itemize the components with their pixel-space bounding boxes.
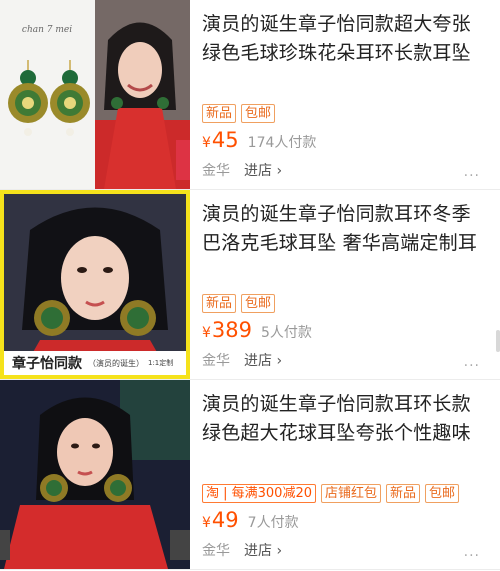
tag-new: 新品 [202, 294, 237, 313]
product-title[interactable]: 演员的诞生章子怡同款耳环冬季巴洛克毛球耳坠 奢华高端定制耳 [202, 200, 488, 258]
product-info: 演员的诞生章子怡同款耳环长款绿色超大花球耳坠夸张个性趣味 淘 | 每满300减2… [198, 380, 500, 569]
price: 389 [211, 318, 253, 342]
product-image[interactable]: 章子怡同款 （演员的诞生） 1:1定制 [0, 190, 190, 379]
tag-shop-coupon: 店铺红包 [321, 484, 382, 503]
shop-row: 金华 进店 › [202, 540, 282, 560]
shop-row: 金华 进店 › [202, 350, 282, 370]
product-tags: 淘 | 每满300减20 店铺红包 新品 包邮 [202, 484, 460, 503]
tag-free-shipping: 包邮 [425, 484, 460, 503]
currency-symbol: ¥ [202, 135, 211, 151]
product-item[interactable]: 章子怡同款 （演员的诞生） 1:1定制 演员的诞生章子怡同款耳环冬季巴洛克毛球耳… [0, 190, 500, 380]
currency-symbol: ¥ [202, 515, 211, 531]
sales-count: 7人付款 [247, 515, 299, 531]
price-row: ¥ 49 7人付款 [202, 508, 299, 532]
product-item[interactable]: 演员的诞生章子怡同款耳环长款绿色超大花球耳坠夸张个性趣味 淘 | 每满300减2… [0, 380, 500, 570]
caption-main: 章子怡同款 [12, 356, 82, 372]
more-options-icon[interactable]: ··· [464, 358, 480, 374]
product-photo [0, 380, 190, 569]
tag-free-shipping: 包邮 [241, 104, 276, 123]
sales-count: 174人付款 [247, 135, 317, 151]
currency-symbol: ¥ [202, 325, 211, 341]
enter-shop-link[interactable]: 进店 › [244, 540, 282, 560]
enter-shop-link[interactable]: 进店 › [244, 350, 282, 370]
price-row: ¥ 45 174人付款 [202, 128, 316, 152]
enter-shop-link[interactable]: 进店 › [244, 160, 282, 180]
product-item[interactable]: chan 7 mei 演员的诞生章子怡同款超大夸张绿色毛球珍珠花朵耳环长款耳坠 … [0, 0, 500, 190]
sales-count: 5人付款 [261, 325, 312, 341]
product-title[interactable]: 演员的诞生章子怡同款耳环长款绿色超大花球耳坠夸张个性趣味 [202, 390, 488, 448]
product-info: 演员的诞生章子怡同款超大夸张绿色毛球珍珠花朵耳环长款耳坠 新品 包邮 ¥ 45 … [198, 0, 500, 189]
tag-new: 新品 [202, 104, 237, 123]
caption-sub: （演员的诞生） [88, 358, 144, 368]
shop-location: 金华 [202, 353, 230, 369]
shop-location: 金华 [202, 163, 230, 179]
caption-note: 1:1定制 [148, 359, 174, 367]
more-options-icon[interactable]: ··· [464, 168, 480, 184]
image-caption: 章子怡同款 （演员的诞生） 1:1定制 [4, 351, 186, 375]
scrollbar-thumb[interactable] [496, 330, 500, 352]
product-title[interactable]: 演员的诞生章子怡同款超大夸张绿色毛球珍珠花朵耳环长款耳坠 [202, 10, 488, 68]
product-info: 演员的诞生章子怡同款耳环冬季巴洛克毛球耳坠 奢华高端定制耳 新品 包邮 ¥ 38… [198, 190, 500, 379]
product-list: chan 7 mei 演员的诞生章子怡同款超大夸张绿色毛球珍珠花朵耳环长款耳坠 … [0, 0, 500, 570]
more-options-icon[interactable]: ··· [464, 548, 480, 564]
product-image[interactable] [0, 380, 190, 569]
shop-row: 金华 进店 › [202, 160, 282, 180]
price: 49 [211, 508, 239, 532]
product-photo: chan 7 mei [0, 0, 190, 189]
tag-promo: 淘 | 每满300减20 [202, 484, 316, 503]
shop-location: 金华 [202, 543, 230, 559]
tag-free-shipping: 包邮 [241, 294, 276, 313]
price: 45 [211, 128, 239, 152]
price-row: ¥ 389 5人付款 [202, 318, 312, 342]
tag-new: 新品 [386, 484, 421, 503]
product-image[interactable]: chan 7 mei [0, 0, 190, 189]
product-tags: 新品 包邮 [202, 294, 276, 313]
product-tags: 新品 包邮 [202, 104, 276, 123]
brand-watermark: chan 7 mei [22, 25, 72, 35]
